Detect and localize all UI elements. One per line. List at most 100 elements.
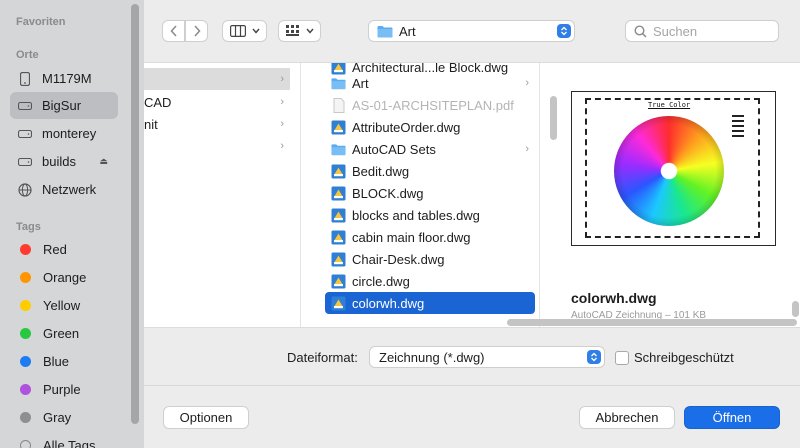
drive-icon [18,155,32,169]
dwg-file-icon [331,208,352,223]
chevron-right-icon [193,25,201,37]
view-mode-button[interactable] [222,20,267,42]
path-popup[interactable]: Art [368,20,575,42]
path-label: Art [399,23,416,39]
sidebar-tag-blue[interactable]: Blue [10,348,118,375]
column-row[interactable]: nit › [144,113,290,135]
file-name: colorwh.dwg [352,295,425,311]
column-row[interactable]: › [144,135,290,157]
file-row[interactable]: circle.dwg [325,270,535,292]
file-row[interactable]: colorwh.dwg [325,292,535,314]
forward-button[interactable] [185,20,208,42]
favorites-section-title: Favoriten [16,16,66,28]
dwg-file-icon [331,164,352,179]
sidebar-item-label: Red [43,242,67,257]
sidebar-item-label: Purple [43,382,81,397]
column-browser: › CAD › nit › › Architectural...le Block… [144,62,800,328]
search-placeholder: Suchen [653,23,698,39]
sidebar-item-label: Blue [43,354,70,369]
file-row[interactable]: blocks and tables.dwg [325,204,535,226]
file-name: AttributeOrder.dwg [352,119,461,135]
pdf-file-icon [331,97,352,113]
file-name: circle.dwg [352,273,410,289]
search-field[interactable]: Suchen [625,20,779,42]
back-button[interactable] [162,20,185,42]
readonly-checkbox[interactable] [615,351,629,365]
file-row[interactable]: Bedit.dwg [325,160,535,182]
horizontal-scrollbar[interactable] [507,319,797,326]
file-name: AS-01-ARCHSITEPLAN.pdf [352,97,514,113]
tag-color-dot [20,412,31,423]
column-row[interactable]: › [144,68,290,90]
file-row[interactable]: AttributeOrder.dwg [325,116,535,138]
color-wheel-image [614,116,724,226]
search-icon [634,24,647,38]
sidebar-item-m1179m[interactable]: M1179M [10,65,118,92]
sidebar-item-label: Netzwerk [42,182,97,197]
sidebar-item-bigsur[interactable]: BigSur [10,92,118,119]
all-tags-icon [20,440,31,448]
sidebar-item-label: Green [43,326,80,341]
tag-color-dot [20,356,31,367]
sidebar-item-label: Yellow [43,298,81,313]
sidebar-item-label: Orange [43,270,87,285]
chevron-right-icon: › [280,140,284,152]
folder-row[interactable]: AutoCAD Sets › [325,138,535,160]
chevron-right-icon: › [280,118,284,130]
tag-color-dot [20,300,31,311]
popup-stepper-icon [587,350,601,364]
file-row[interactable]: Chair-Desk.dwg [325,248,535,270]
sidebar-scrollbar[interactable] [131,4,139,424]
sidebar-item-netzwerk[interactable]: Netzwerk [10,176,118,203]
open-button[interactable]: Öffnen [684,406,780,429]
file-row[interactable]: cabin main floor.dwg [325,226,535,248]
sidebar-tag-orange[interactable]: Orange [10,264,118,291]
column-row-label: nit [144,116,158,132]
chevron-right-icon: › [525,143,529,155]
preview-scrollbar[interactable] [792,301,799,317]
file-name: Art [352,75,369,91]
group-button[interactable] [278,20,321,42]
sidebar-item-builds[interactable]: builds ⏏ [10,148,118,175]
eject-icon[interactable]: ⏏ [99,156,108,167]
dwg-file-icon [331,120,352,135]
file-row[interactable]: BLOCK.dwg [325,182,535,204]
dwg-file-icon [331,230,352,245]
column-row[interactable]: CAD › [144,91,290,113]
dwg-file-icon [331,296,352,311]
tag-color-dot [20,384,31,395]
files-scrollbar[interactable] [550,96,557,140]
sidebar-tag-red[interactable]: Red [10,236,118,263]
sidebar-item-label: monterey [42,126,97,141]
cancel-button[interactable]: Abbrechen [579,406,675,429]
footer-divider [144,385,800,386]
sidebar-item-monterey[interactable]: monterey [10,120,118,147]
chevron-down-icon [251,28,260,34]
chevron-right-icon: › [280,73,284,85]
sidebar-tag-yellow[interactable]: Yellow [10,292,118,319]
columns-view-icon [229,25,246,37]
sidebar-item-label: Alle Tags [43,438,96,448]
readonly-label: Schreibgeschützt [634,350,734,365]
drive-icon [18,71,32,86]
sidebar-item-label: Gray [43,410,72,425]
options-button[interactable]: Optionen [163,406,249,429]
format-select[interactable]: Zeichnung (*.dwg) [369,346,605,368]
file-row[interactable]: AS-01-ARCHSITEPLAN.pdf [325,94,535,116]
file-dialog-main: Art Suchen › CAD › nit › › Architectural… [144,0,800,448]
sidebar-tag-green[interactable]: Green [10,320,118,347]
sidebar-item-label: builds [42,154,76,169]
sidebar: Favoriten Orte M1179M BigSur monterey bu… [0,0,144,448]
dwg-file-icon [331,252,352,267]
drive-icon [18,127,32,141]
grid-icon [285,25,299,36]
column-files: Architectural...le Block.dwg Art › AS-01-AR… [301,63,540,327]
network-icon [18,182,32,197]
sidebar-tag-all[interactable]: Alle Tags [10,432,118,448]
sidebar-tag-gray[interactable]: Gray [10,404,118,431]
chevron-right-icon: › [280,96,284,108]
folder-row[interactable]: Art › [325,72,535,94]
chevron-right-icon: › [525,77,529,89]
format-value: Zeichnung (*.dwg) [379,349,485,365]
sidebar-tag-purple[interactable]: Purple [10,376,118,403]
